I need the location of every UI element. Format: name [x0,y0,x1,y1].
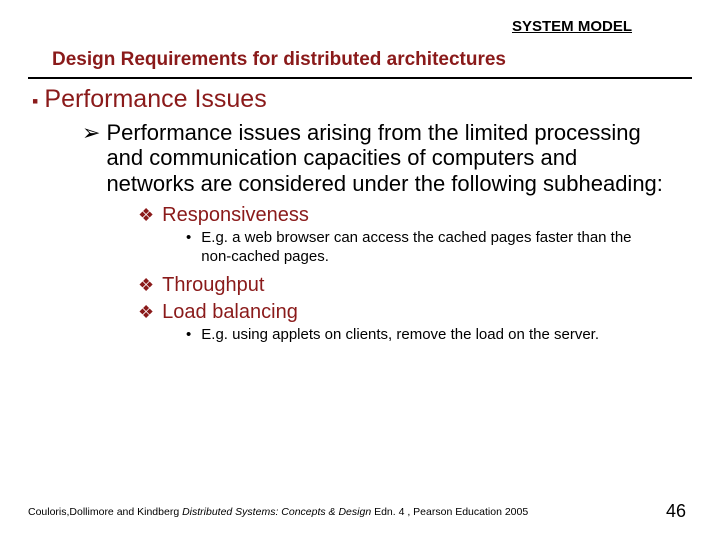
page-number: 46 [666,501,686,522]
item-label: Throughput [162,274,264,297]
example-responsiveness: • E.g. a web browser can access the cach… [186,229,692,267]
item-responsiveness: ❖ Responsiveness [138,204,692,227]
example-text: E.g. a web browser can access the cached… [201,229,641,267]
example-loadbalancing: • E.g. using applets on clients, remove … [186,326,692,345]
diamond-bullet-icon: ❖ [138,302,154,323]
item-throughput: ❖ Throughput [138,274,692,297]
slide-subtitle: Design Requirements for distributed arch… [52,49,692,71]
citation-title: Distributed Systems: Concepts & Design [182,506,371,518]
item-label: Responsiveness [162,204,309,227]
divider [28,77,692,79]
section-heading: ▪ Performance Issues [32,85,692,114]
item-loadbalancing: ❖ Load balancing [138,301,692,324]
citation-prefix: Couloris,Dollimore and Kindberg [28,506,182,518]
item-label: Load balancing [162,301,298,324]
example-text: E.g. using applets on clients, remove th… [201,326,599,345]
diamond-bullet-icon: ❖ [138,275,154,296]
citation-suffix: Edn. 4 , Pearson Education 2005 [371,506,528,518]
arrow-bullet-icon: ➢ [82,120,100,196]
header-label: SYSTEM MODEL [28,18,692,35]
section-title: Performance Issues [44,85,266,114]
diamond-bullet-icon: ❖ [138,205,154,226]
dot-bullet-icon: • [186,326,191,345]
footer-citation: Couloris,Dollimore and Kindberg Distribu… [28,506,528,518]
square-bullet-icon: ▪ [32,91,38,112]
intro-row: ➢ Performance issues arising from the li… [82,120,692,196]
dot-bullet-icon: • [186,229,191,267]
intro-text: Performance issues arising from the limi… [106,120,666,196]
